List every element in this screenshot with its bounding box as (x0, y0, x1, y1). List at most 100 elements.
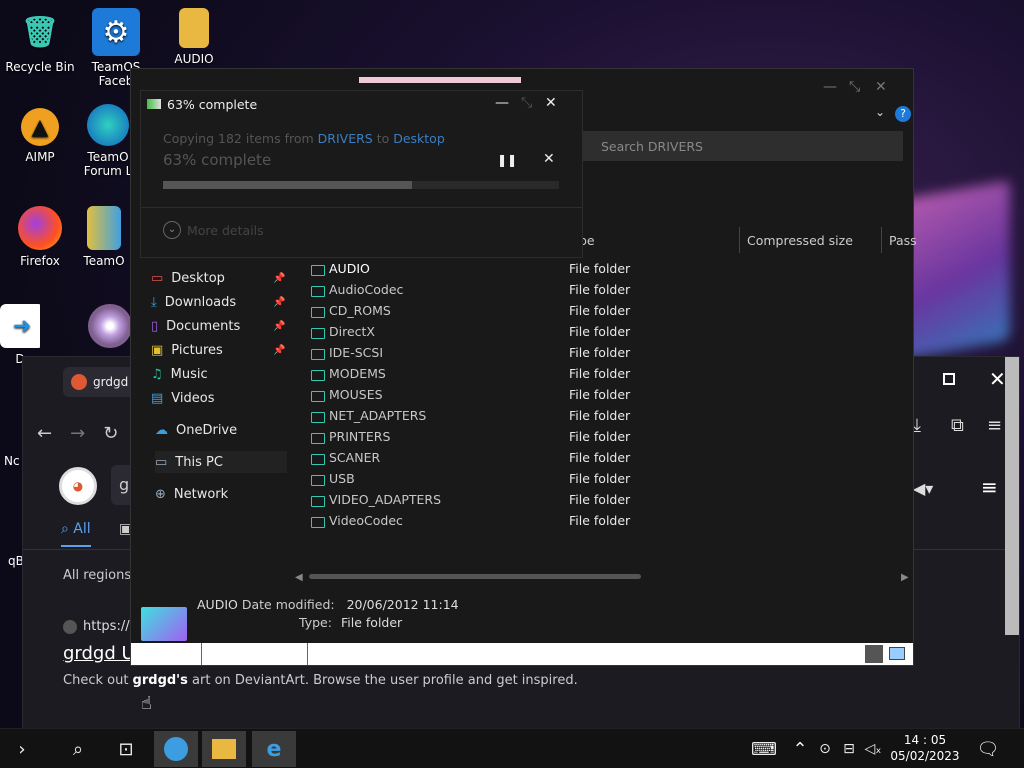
sidebar-item-this-pc[interactable]: ▭ This PC (155, 451, 287, 473)
file-row[interactable]: AudioCodec File folder (309, 279, 909, 300)
cancel-icon[interactable]: ✕ (543, 151, 555, 167)
folder-icon (212, 739, 236, 759)
status-divider (307, 643, 308, 665)
megaphone-icon[interactable]: ◀▾ (913, 479, 933, 498)
pin-icon[interactable]: 📌 (273, 345, 285, 356)
chevron-down-icon[interactable]: ⌄ (875, 105, 885, 119)
forward-icon[interactable]: → (70, 423, 85, 444)
desktop-icon-teamos-forum[interactable]: TeamO Forum L (78, 104, 138, 178)
ddg-logo[interactable]: ◕ (59, 467, 97, 505)
network-icon[interactable]: ⊟ (836, 731, 862, 767)
clock[interactable]: 14 : 05 05/02/2023 (890, 732, 960, 764)
file-row[interactable]: USB File folder (309, 468, 909, 489)
pin-icon[interactable]: 📌 (273, 297, 285, 308)
column-pass[interactable]: Pass (889, 233, 917, 248)
large-icons-view-icon[interactable] (889, 647, 905, 660)
details-line-1: AUDIO Date modified: 20/06/2012 11:14 (197, 597, 459, 612)
desktop-icon-recycle-bin[interactable]: 🗑 Recycle Bin (0, 8, 80, 75)
result-title[interactable]: grdgd U (63, 643, 135, 664)
taskbar: › ⌕ ⊡ e ⌨ ⌃ ⊙ ⊟ ◁ₓ 14 : 05 05/02/2023 🗨 (0, 728, 1024, 768)
result-url[interactable]: https:// (63, 619, 130, 634)
desktop-icon-teamos[interactable]: TeamO (78, 206, 130, 268)
desktop-label-nc: Nc (4, 454, 20, 468)
desktop-icon: ▭ (151, 270, 164, 286)
pin-icon[interactable]: 📌 (273, 273, 285, 284)
taskbar-app-ie[interactable]: e (252, 731, 296, 767)
sidebar-item-downloads[interactable]: ⤓ Downloads 📌 (151, 291, 285, 313)
favicon-icon (63, 619, 77, 634)
desktop-icon-firefox[interactable]: Firefox (0, 206, 80, 268)
scrollbar[interactable] (1005, 357, 1019, 635)
sidebar-item-documents[interactable]: ▯ Documents 📌 (151, 315, 285, 337)
search-field[interactable]: Search DRIVERS (583, 131, 903, 161)
device-icon[interactable]: ⊙ (812, 731, 838, 767)
more-details-link[interactable]: More details (187, 223, 264, 238)
hamburger-icon[interactable]: ≡ (981, 475, 998, 499)
file-row[interactable]: VideoCodec File folder (309, 510, 909, 531)
maximize-button[interactable] (943, 373, 955, 385)
scroll-left-icon[interactable]: ◀ (295, 572, 303, 583)
desktop-icon-aimp[interactable]: ▲ AIMP (0, 108, 80, 164)
close-button[interactable]: ✕ (875, 79, 887, 95)
firefox-icon (18, 206, 62, 250)
copy-progress-dialog[interactable]: 63% complete — ⤡ ✕ Copying 182 items fro… (140, 90, 583, 258)
help-icon[interactable]: ? (895, 106, 911, 122)
progress-track (163, 181, 559, 189)
app-icon (87, 206, 121, 250)
file-row[interactable]: SCANER File folder (309, 447, 909, 468)
chevron-right-icon[interactable]: › (0, 731, 44, 767)
sidebar-item-network[interactable]: ⊕ Network (155, 483, 228, 505)
ie-icon: e (266, 736, 282, 762)
reload-icon[interactable]: ↻ (103, 423, 118, 444)
compass-icon (164, 737, 188, 761)
file-row[interactable]: MODEMS File folder (309, 363, 909, 384)
tab-all[interactable]: ⌕ All (61, 521, 91, 547)
details-view-icon[interactable] (865, 645, 883, 663)
download-icon[interactable]: ⤓ (913, 415, 921, 436)
file-row[interactable]: PRINTERS File folder (309, 426, 909, 447)
taskbar-app-browser[interactable] (154, 731, 198, 767)
pause-icon[interactable]: ❚❚ (497, 153, 517, 167)
search-icon[interactable]: ⌕ (56, 731, 100, 767)
title-accent (359, 77, 521, 83)
folder-preview-icon (141, 607, 187, 641)
details-type-value: File folder (341, 615, 403, 630)
duck-icon: ◕ (59, 467, 97, 505)
notification-icon[interactable]: 🗨 (966, 731, 1010, 767)
sidebar-item-desktop[interactable]: ▭ Desktop 📌 (151, 267, 285, 289)
file-row[interactable]: MOUSES File folder (309, 384, 909, 405)
extensions-icon[interactable]: ⧉ (951, 415, 964, 436)
file-row[interactable]: AUDIO File folder (309, 258, 909, 279)
column-compressed-size[interactable]: Compressed size (747, 233, 853, 248)
region-filter[interactable]: All regions (63, 568, 131, 583)
close-button[interactable]: ✕ (545, 95, 557, 111)
sidebar-item-pictures[interactable]: ▣ Pictures 📌 (151, 339, 285, 361)
file-row[interactable]: NET_ADAPTERS File folder (309, 405, 909, 426)
back-icon[interactable]: ← (37, 423, 52, 444)
speaker-muted-icon[interactable]: ◁ₓ (860, 731, 886, 767)
col-divider (739, 227, 740, 253)
pin-icon[interactable]: 📌 (273, 321, 285, 332)
gear-icon: ⚙ (92, 8, 140, 56)
file-row[interactable]: DirectX File folder (309, 321, 909, 342)
desktop-icon-audio[interactable]: AUDIO (156, 8, 232, 66)
chevron-down-icon[interactable]: ⌄ (163, 221, 181, 239)
arrow-icon: ➜ (0, 304, 40, 348)
close-button[interactable]: ✕ (989, 367, 1006, 391)
horizontal-scrollbar[interactable] (309, 574, 641, 579)
scroll-right-icon[interactable]: ▶ (901, 572, 909, 583)
file-row[interactable]: VIDEO_ADAPTERS File folder (309, 489, 909, 510)
col-divider (881, 227, 882, 253)
menu-icon[interactable]: ≡ (987, 415, 1002, 436)
file-row[interactable]: IDE-SCSI File folder (309, 342, 909, 363)
sidebar-item-onedrive[interactable]: ☁ OneDrive (155, 419, 237, 441)
minimize-button[interactable]: — (495, 95, 509, 111)
file-row[interactable]: CD_ROMS File folder (309, 300, 909, 321)
maximize-button[interactable]: ⤡ (849, 79, 860, 95)
desktop-icon-disc (88, 304, 130, 352)
task-view-icon[interactable]: ⊡ (104, 731, 148, 767)
sidebar-item-videos[interactable]: ▤ Videos (151, 387, 215, 409)
taskbar-app-explorer[interactable] (202, 731, 246, 767)
minimize-button[interactable]: — (823, 79, 837, 95)
sidebar-item-music[interactable]: ♫ Music (151, 363, 208, 385)
